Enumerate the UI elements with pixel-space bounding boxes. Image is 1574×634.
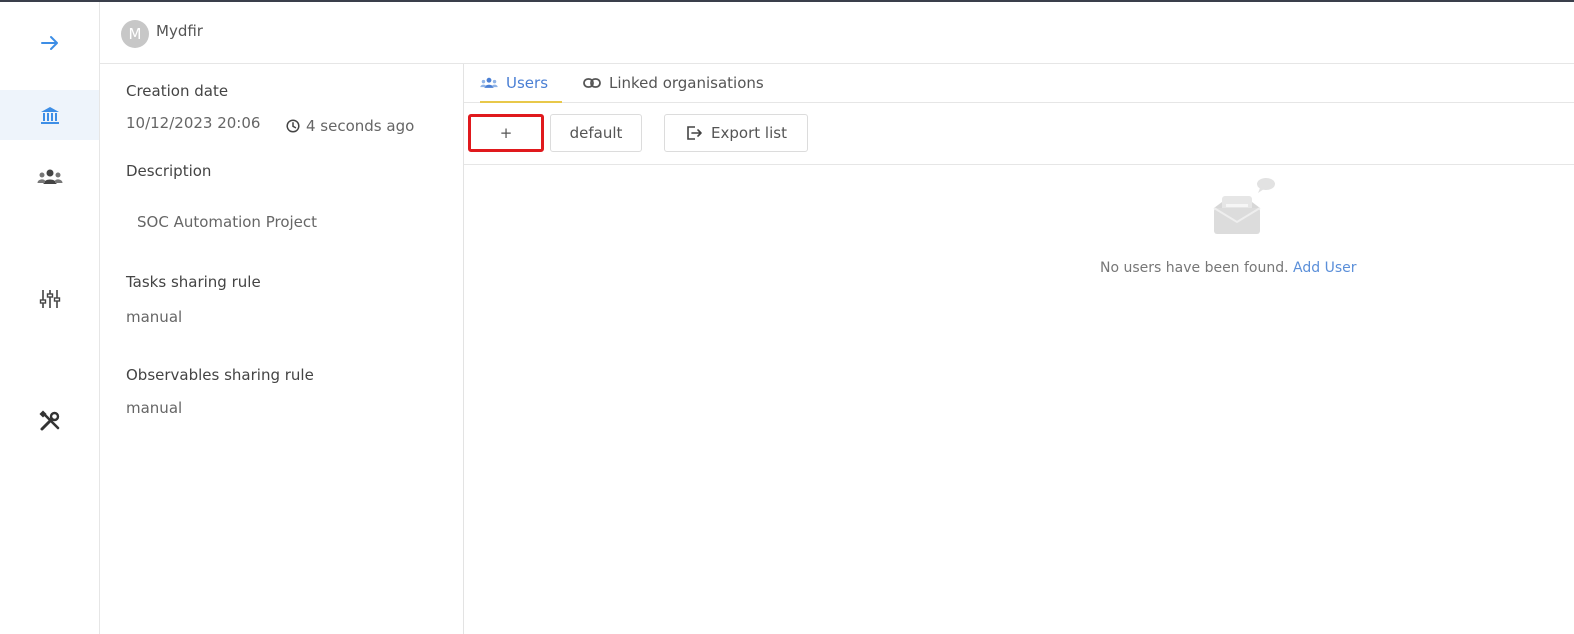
tab-users-label: Users [506,73,549,92]
tab-bar: Users Linked organisations [464,64,1574,103]
tools-icon [38,410,59,431]
bank-icon [40,107,59,124]
sidebar-item-tools[interactable] [0,396,99,446]
sidebar-item-organisations[interactable] [0,90,99,140]
creation-date-label: Creation date [126,82,229,100]
tab-linked-organisations[interactable]: Linked organisations [583,64,764,102]
users-icon [480,77,498,88]
description-value: SOC Automation Project [137,213,318,231]
sidebar-item-settings[interactable] [0,274,99,324]
creation-relative: 4 seconds ago [286,117,414,135]
tab-linked-organisations-label: Linked organisations [609,74,764,92]
empty-inbox-icon [1213,178,1275,234]
observables-sharing-rule-label: Observables sharing rule [126,366,314,384]
avatar: M [121,20,149,48]
toolbar: + default Export list [464,103,1574,165]
default-button[interactable]: default [550,114,642,152]
creation-date-value: 10/12/2023 20:06 [126,114,261,132]
export-icon [687,126,702,140]
main-content: Users Linked organisations + default Exp… [464,64,1574,634]
description-label: Description [126,162,212,180]
tab-users[interactable]: Users [480,64,563,103]
sidebar-item-users[interactable] [0,152,99,202]
tasks-sharing-rule-label: Tasks sharing rule [126,273,261,291]
sliders-icon [39,290,60,308]
empty-state-message: No users have been found. Add User [1100,260,1357,276]
clock-icon [286,119,300,133]
users-icon [37,169,62,184]
export-list-label: Export list [711,124,787,142]
observables-sharing-rule-value: manual [126,399,183,417]
empty-state-text: No users have been found. [1100,260,1289,276]
tasks-sharing-rule-value: manual [126,308,183,326]
add-user-link[interactable]: Add User [1293,260,1356,276]
add-user-button[interactable]: + [468,114,544,152]
sidebar-item-expand[interactable] [0,18,99,68]
organisation-details-panel: Creation date 10/12/2023 20:06 4 seconds… [100,64,464,634]
page-header: M Mydfir [100,2,1574,64]
link-icon [583,78,601,88]
export-list-button[interactable]: Export list [664,114,808,152]
sidebar-rail [0,2,100,634]
page-title: Mydfir [156,22,203,40]
creation-relative-text: 4 seconds ago [306,117,415,135]
arrow-right-icon [40,36,58,50]
